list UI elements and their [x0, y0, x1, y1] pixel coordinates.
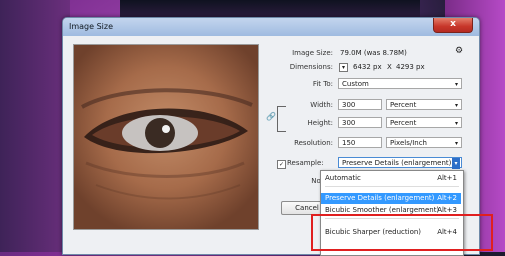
- dimensions-width: 6432 px: [353, 63, 382, 71]
- image-preview[interactable]: [73, 44, 259, 230]
- fit-to-select[interactable]: Custom ▾: [338, 78, 462, 89]
- chevron-down-icon: ▾: [454, 140, 458, 147]
- fit-to-label: Fit To:: [312, 80, 333, 88]
- menu-separator: [325, 186, 459, 187]
- menu-item-automatic[interactable]: Automatic Alt+1: [321, 173, 461, 184]
- height-unit-select[interactable]: Percent ▾: [386, 117, 462, 128]
- menu-item-shortcut: Alt+2: [437, 194, 457, 202]
- background-left: [0, 0, 70, 252]
- width-unit-value: Percent: [390, 101, 417, 109]
- width-label: Width:: [310, 101, 333, 109]
- eye-preview-image: [74, 45, 258, 229]
- dimensions-height: 4293 px: [396, 63, 425, 71]
- resolution-label: Resolution:: [294, 139, 333, 147]
- gear-icon[interactable]: ⚙: [455, 46, 463, 56]
- dialog-titlebar: Image Size x: [63, 18, 479, 36]
- constraint-bracket: [277, 106, 286, 132]
- resample-checkbox[interactable]: ✓: [277, 160, 286, 169]
- menu-item-label: Automatic: [325, 174, 361, 182]
- height-unit-value: Percent: [390, 119, 417, 127]
- resolution-input[interactable]: 150: [338, 137, 382, 148]
- chevron-down-icon: ▾: [452, 158, 460, 169]
- menu-item-label: Bicubic Smoother (enlargement): [325, 206, 440, 214]
- height-label: Height:: [307, 119, 334, 127]
- dimensions-toggle[interactable]: ▾: [339, 63, 348, 72]
- close-button[interactable]: x: [433, 18, 473, 33]
- resample-label: Resample:: [287, 159, 324, 167]
- chevron-down-icon: ▾: [454, 102, 458, 109]
- resample-select[interactable]: Preserve Details (enlargement) ▾: [338, 157, 462, 169]
- width-input[interactable]: 300: [338, 99, 382, 110]
- highlight-box: [311, 214, 493, 251]
- dimensions-x: X: [387, 63, 392, 71]
- resample-value: Preserve Details (enlargement): [342, 159, 452, 167]
- height-input[interactable]: 300: [338, 117, 382, 128]
- background-top: [120, 0, 420, 18]
- width-unit-select[interactable]: Percent ▾: [386, 99, 462, 110]
- resolution-unit-value: Pixels/Inch: [390, 139, 427, 147]
- menu-item-shortcut: Alt+1: [437, 174, 457, 182]
- image-size-value: 79.0M (was 8.78M): [340, 49, 407, 57]
- resolution-unit-select[interactable]: Pixels/Inch ▾: [386, 137, 462, 148]
- link-icon[interactable]: 🔗: [266, 112, 276, 121]
- image-size-label: Image Size:: [292, 49, 333, 57]
- dimensions-label: Dimensions:: [289, 63, 333, 71]
- menu-item-label: Preserve Details (enlargement): [325, 194, 435, 202]
- dialog-title: Image Size: [69, 22, 114, 31]
- menu-item-preserve-details[interactable]: Preserve Details (enlargement) Alt+2: [321, 193, 461, 204]
- fit-to-value: Custom: [342, 80, 369, 88]
- chevron-down-icon: ▾: [454, 120, 458, 127]
- chevron-down-icon: ▾: [454, 81, 458, 88]
